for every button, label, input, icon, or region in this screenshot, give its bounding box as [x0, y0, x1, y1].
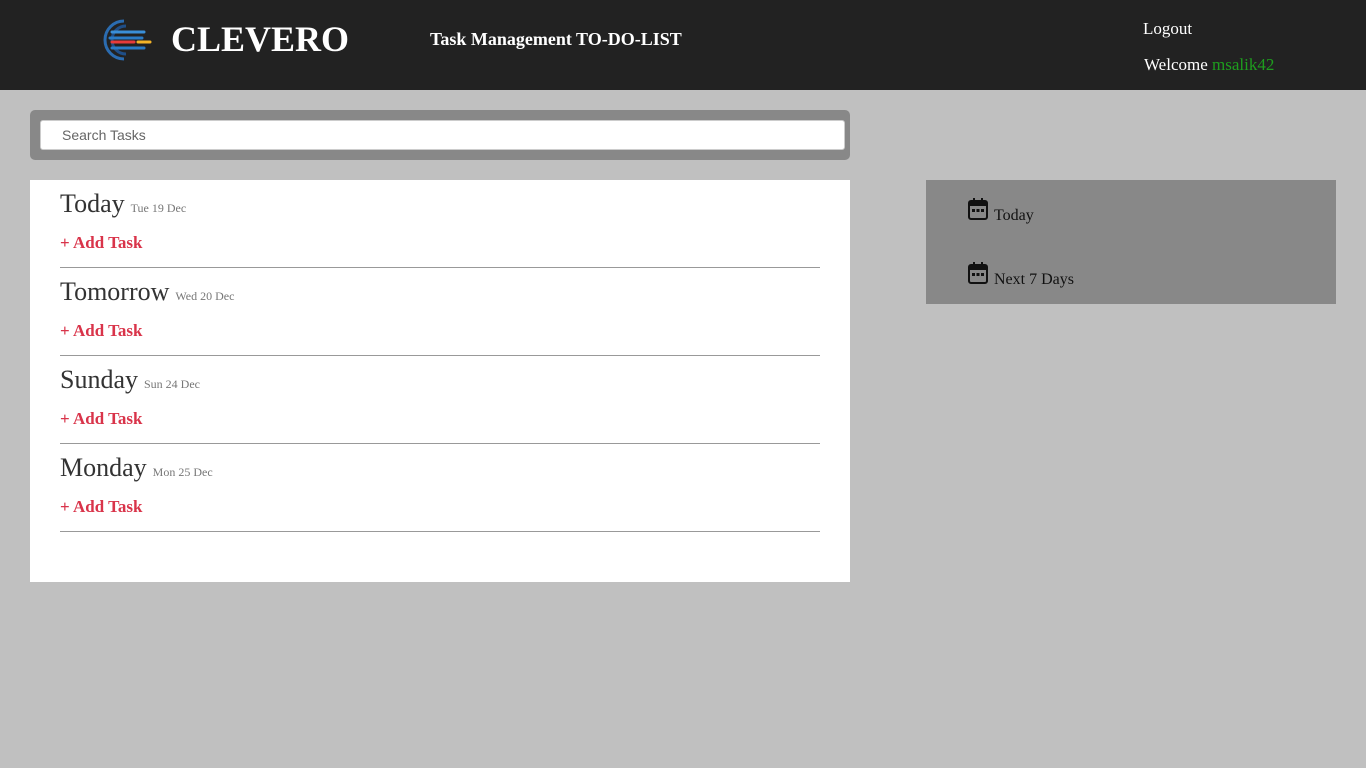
app-title: Task Management TO-DO-LIST: [430, 29, 682, 49]
day-date: Wed 20 Dec: [175, 289, 235, 303]
day-section-monday: Monday Mon 25 Dec + Add Task: [60, 444, 820, 532]
day-section-tomorrow: Tomorrow Wed 20 Dec + Add Task: [60, 268, 820, 356]
calendar-icon: [968, 198, 988, 220]
day-date: Mon 25 Dec: [152, 465, 213, 479]
day-heading: Today Tue 19 Dec: [60, 186, 186, 226]
day-name: Today: [60, 189, 125, 218]
day-date: Sun 24 Dec: [144, 377, 200, 391]
sidebar-item-label: Next 7 Days: [994, 271, 1074, 288]
search-input[interactable]: [40, 120, 845, 150]
calendar-icon: [968, 262, 988, 284]
day-section-sunday: Sunday Sun 24 Dec + Add Task: [60, 356, 820, 444]
search-bar: [30, 110, 850, 160]
brand-name[interactable]: CLEVERO: [171, 18, 349, 60]
day-date: Tue 19 Dec: [130, 201, 187, 215]
add-task-button[interactable]: + Add Task: [60, 320, 142, 342]
add-task-button[interactable]: + Add Task: [60, 496, 142, 518]
logout-link[interactable]: Logout: [1143, 18, 1192, 40]
welcome-text: Welcome msalik42: [1144, 54, 1274, 76]
sidebar-nav: Today Next 7 Days: [926, 180, 1336, 304]
day-name: Tomorrow: [60, 277, 170, 306]
task-list-panel: Today Tue 19 Dec + Add Task Tomorrow Wed 2…: [30, 180, 850, 582]
sidebar-item-label: Today: [994, 207, 1034, 224]
username: msalik42: [1212, 55, 1275, 74]
day-name: Monday: [60, 453, 147, 482]
day-heading: Tomorrow Wed 20 Dec: [60, 274, 234, 314]
add-task-button[interactable]: + Add Task: [60, 408, 142, 430]
add-task-button[interactable]: + Add Task: [60, 232, 142, 254]
top-header: CLEVERO Task Management TO-DO-LIST Logou…: [0, 0, 1366, 90]
day-name: Sunday: [60, 365, 138, 394]
day-section-today: Today Tue 19 Dec + Add Task: [60, 180, 820, 268]
day-heading: Monday Mon 25 Dec: [60, 450, 213, 490]
clevero-logo-icon[interactable]: [98, 18, 154, 62]
day-heading: Sunday Sun 24 Dec: [60, 362, 200, 402]
welcome-label: Welcome: [1144, 55, 1208, 74]
